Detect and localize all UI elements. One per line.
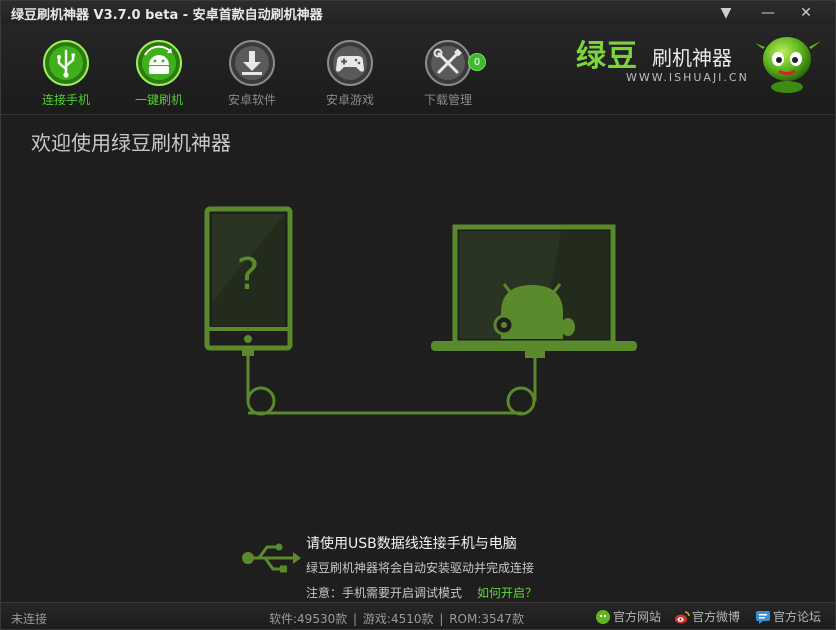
tab-connect-phone[interactable]: 连接手机 [26,39,106,108]
usb-cable-line [246,356,537,416]
window-title: 绿豆刷机神器 V3.7.0 beta - 安卓首款自动刷机神器 [11,8,323,23]
laptop-outline-icon [431,224,637,358]
tab-one-click-flash-label: 一键刷机 [134,93,183,107]
weibo-icon [675,611,690,624]
close-button[interactable]: ✕ [793,3,819,23]
tab-android-software-label: 安卓软件 [227,93,276,107]
logo-url: WWW.ISHUAJI.CN [626,71,749,84]
gamepad-icon [326,39,374,87]
minimize-button[interactable]: — [755,3,781,23]
tab-connect-phone-label: 连接手机 [41,93,90,107]
app-window: 绿豆刷机神器 V3.7.0 beta - 安卓首款自动刷机神器 ▼ — ✕ 连接… [0,0,836,630]
tab-android-games-label: 安卓游戏 [325,93,374,107]
game-count: 游戏:4510款 [362,612,434,626]
official-weibo-link[interactable]: 官方微博 [674,608,740,625]
android-head-icon [596,610,610,624]
rom-count: ROM:3547款 [449,612,524,626]
official-forum-label: 官方论坛 [773,610,822,624]
logo-subtitle: 刷机神器 [652,46,732,70]
tab-download-manager-label: 下载管理 [423,93,472,107]
app-logo: 绿豆 刷机神器 WWW.ISHUAJI.CN [576,31,776,91]
driver-install-note: 绿豆刷机神器将会自动安装驱动并完成连接 [306,561,535,575]
android-mascot-icon [755,37,821,93]
stats-separator: | [439,612,444,626]
android-refresh-icon [135,39,183,87]
download-icon [228,39,276,87]
tools-icon [424,39,472,87]
tab-download-manager[interactable]: 下载管理 [408,39,488,108]
official-weibo-label: 官方微博 [692,610,741,624]
unknown-phone-question-mark: ? [236,249,259,300]
logo-brand: 绿豆 [576,39,638,74]
chat-bubble-icon [756,611,770,624]
tab-one-click-flash[interactable]: 一键刷机 [119,39,199,108]
stats-separator: | [353,612,358,626]
official-forum-link[interactable]: 官方论坛 [755,608,821,625]
debug-mode-note: 注意：手机需要开启调试模式 [306,586,463,600]
how-to-enable-link[interactable]: 如何开启？ [477,584,537,601]
connect-illustration: ? [204,206,637,416]
resource-stats: 软件:49530款 | 游戏:4510款 | ROM:3547款 [269,610,526,627]
menu-dropdown-button[interactable]: ▼ [713,3,739,23]
download-count-badge: 0 [468,53,486,71]
title-bar: 绿豆刷机神器 V3.7.0 beta - 安卓首款自动刷机神器 ▼ — ✕ [1,1,835,25]
status-bar: 未连接 软件:49530款 | 游戏:4510款 | ROM:3547款 官方网… [1,602,835,629]
tab-android-games[interactable]: 安卓游戏 [310,39,390,108]
usb-symbol-icon [242,543,301,573]
tab-android-software[interactable]: 安卓软件 [212,39,292,108]
software-count: 软件:49530款 [269,612,348,626]
official-website-label: 官方网站 [613,610,662,624]
main-content: 欢迎使用绿豆刷机神器 ? 请使用USB数据线连接手机与电脑 绿豆刷机神器将会自动… [1,117,835,601]
connect-instruction: 请使用USB数据线连接手机与电脑 [306,536,517,552]
connection-status: 未连接 [11,612,48,626]
official-website-link[interactable]: 官方网站 [595,608,661,625]
usb-icon [42,39,90,87]
